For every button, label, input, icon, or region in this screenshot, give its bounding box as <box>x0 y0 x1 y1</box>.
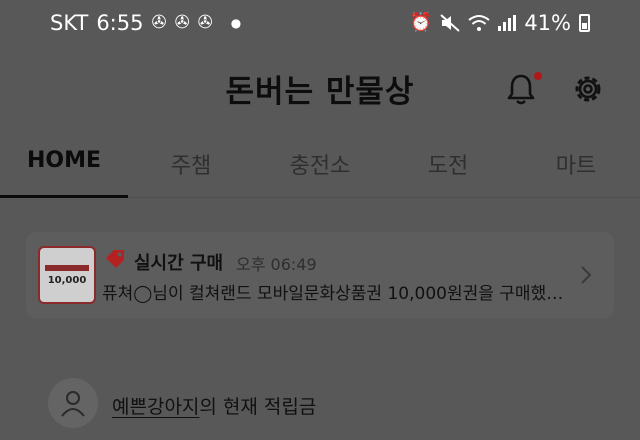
voucher-logo-bar <box>45 264 89 271</box>
points-heading-suffix: 의 현재 적립금 <box>199 396 317 418</box>
points-heading: 예쁜강아지의 현재 적립금 <box>112 392 316 419</box>
voucher-amount: 10,000 <box>47 274 87 286</box>
fan-icon: ✇ <box>151 12 167 33</box>
user-icon <box>61 391 85 417</box>
dot-icon: ● <box>230 16 242 30</box>
nickname-link[interactable]: 예쁜강아지 <box>112 396 199 418</box>
clock-label: 6:55 <box>96 11 144 35</box>
app-header: 돈버는 만물상 <box>0 46 640 134</box>
alarm-icon: ⏰ <box>409 12 433 33</box>
status-bar: SKT 6:55 ✇ ✇ ✇ ● ⏰ 41% <box>0 0 640 46</box>
tab-home[interactable]: HOME <box>27 148 101 173</box>
notification-dot <box>534 72 542 80</box>
voucher-thumbnail: 10,000 <box>38 246 96 304</box>
active-tab-indicator <box>0 195 128 198</box>
tag-icon <box>106 250 124 268</box>
signal-icon <box>498 15 517 31</box>
purchase-description: 퓨쳐◯님이 컬쳐랜드 모바일문화상품권 10,000원권을 구매했어요 <box>102 284 572 304</box>
gear-icon[interactable] <box>571 72 605 106</box>
status-left: SKT 6:55 ✇ ✇ ✇ ● <box>50 11 241 35</box>
tab-challenge[interactable]: 도전 <box>428 148 468 180</box>
fan-icon: ✇ <box>197 12 213 33</box>
fan-icon: ✇ <box>174 12 190 33</box>
purchase-time: 오후 06:49 <box>236 255 317 274</box>
mute-icon <box>440 14 460 32</box>
realtime-purchase-card[interactable]: 10,000 실시간 구매 오후 06:49 퓨쳐◯님이 컬쳐랜드 모바일문화상… <box>26 232 614 318</box>
tab-weekly[interactable]: 주챔 <box>171 148 211 180</box>
battery-icon <box>579 14 590 32</box>
tab-bar: HOME 주챔 충전소 도전 마트 <box>0 134 640 198</box>
tab-charging[interactable]: 충전소 <box>290 148 351 180</box>
purchase-label: 실시간 구매 <box>134 253 224 274</box>
app-title: 돈버는 만물상 <box>225 74 415 110</box>
tab-mart[interactable]: 마트 <box>556 148 596 180</box>
wifi-icon <box>468 15 490 31</box>
bell-icon[interactable] <box>504 72 538 106</box>
carrier-label: SKT <box>50 11 89 35</box>
battery-percent: 41% <box>524 11 571 35</box>
status-right: ⏰ 41% <box>410 11 590 35</box>
avatar[interactable] <box>48 378 98 428</box>
chevron-right-icon[interactable] <box>578 264 594 286</box>
